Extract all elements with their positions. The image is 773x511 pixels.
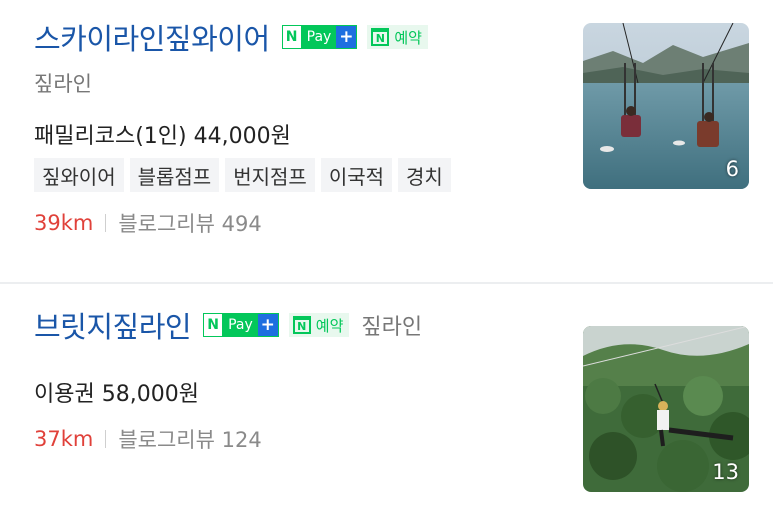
blog-review-link[interactable]: 블로그리뷰 124 [118, 424, 261, 454]
reservation-label: 예약 [394, 28, 422, 47]
listing-card-skyline[interactable]: 스카이라인짚와이어 N Pay + N 예약 짚라인 패밀리코스(1인) 44,… [0, 0, 773, 282]
price-text: 패밀리코스(1인) 44,000원 [34, 124, 291, 149]
naver-n-icon: N [204, 314, 224, 336]
pay-label: Pay [223, 314, 258, 336]
listing-thumbnail[interactable]: 6 [583, 23, 749, 189]
listing-thumbnail[interactable]: 13 [583, 326, 749, 492]
photo-count: 13 [712, 460, 739, 484]
tag-item: 번지점프 [225, 158, 315, 192]
naver-pay-badge: N Pay + [203, 313, 279, 337]
separator [105, 214, 107, 232]
separator [105, 430, 107, 448]
reservation-badge: N 예약 [288, 313, 350, 337]
distance-text: 39km [34, 211, 94, 235]
calendar-icon: N [371, 28, 390, 46]
distance-text: 37km [34, 427, 94, 451]
meta-row: 39km 블로그리뷰 494 [34, 208, 262, 238]
tag-item: 이국적 [320, 158, 393, 192]
meta-row: 37km 블로그리뷰 124 [34, 424, 262, 454]
tag-item: 짚와이어 [34, 158, 124, 192]
plus-icon: + [336, 26, 357, 48]
tag-item: 블롭점프 [129, 158, 220, 192]
title-row: 스카이라인짚와이어 N Pay + N 예약 [34, 16, 440, 58]
listing-title[interactable]: 스카이라인짚와이어 [34, 16, 270, 58]
title-row: 브릿지짚라인 N Pay + N 예약 짚라인 [34, 304, 422, 346]
price-text: 이용권 58,000원 [34, 382, 199, 407]
reservation-badge: N 예약 [367, 25, 428, 49]
tag-item: 경치 [398, 158, 451, 192]
listing-title[interactable]: 브릿지짚라인 [34, 304, 192, 346]
listing-card-bridge[interactable]: 브릿지짚라인 N Pay + N 예약 짚라인 이용권 58,000원 37km… [0, 284, 773, 511]
blog-review-link[interactable]: 블로그리뷰 494 [118, 208, 261, 238]
reservation-label: 예약 [315, 316, 344, 335]
pay-label: Pay [301, 26, 337, 48]
category-label: 짚라인 [361, 315, 423, 340]
category-label: 짚라인 [34, 72, 92, 96]
photo-count: 6 [725, 157, 739, 181]
naver-n-icon: N [282, 26, 302, 48]
plus-icon: + [257, 314, 278, 336]
zipline-lake-photo [583, 23, 749, 189]
tag-list: 짚와이어 블롭점프 번지점프 이국적 경치 [34, 158, 457, 192]
naver-pay-badge: N Pay + [281, 25, 358, 49]
calendar-icon: N [292, 316, 311, 334]
